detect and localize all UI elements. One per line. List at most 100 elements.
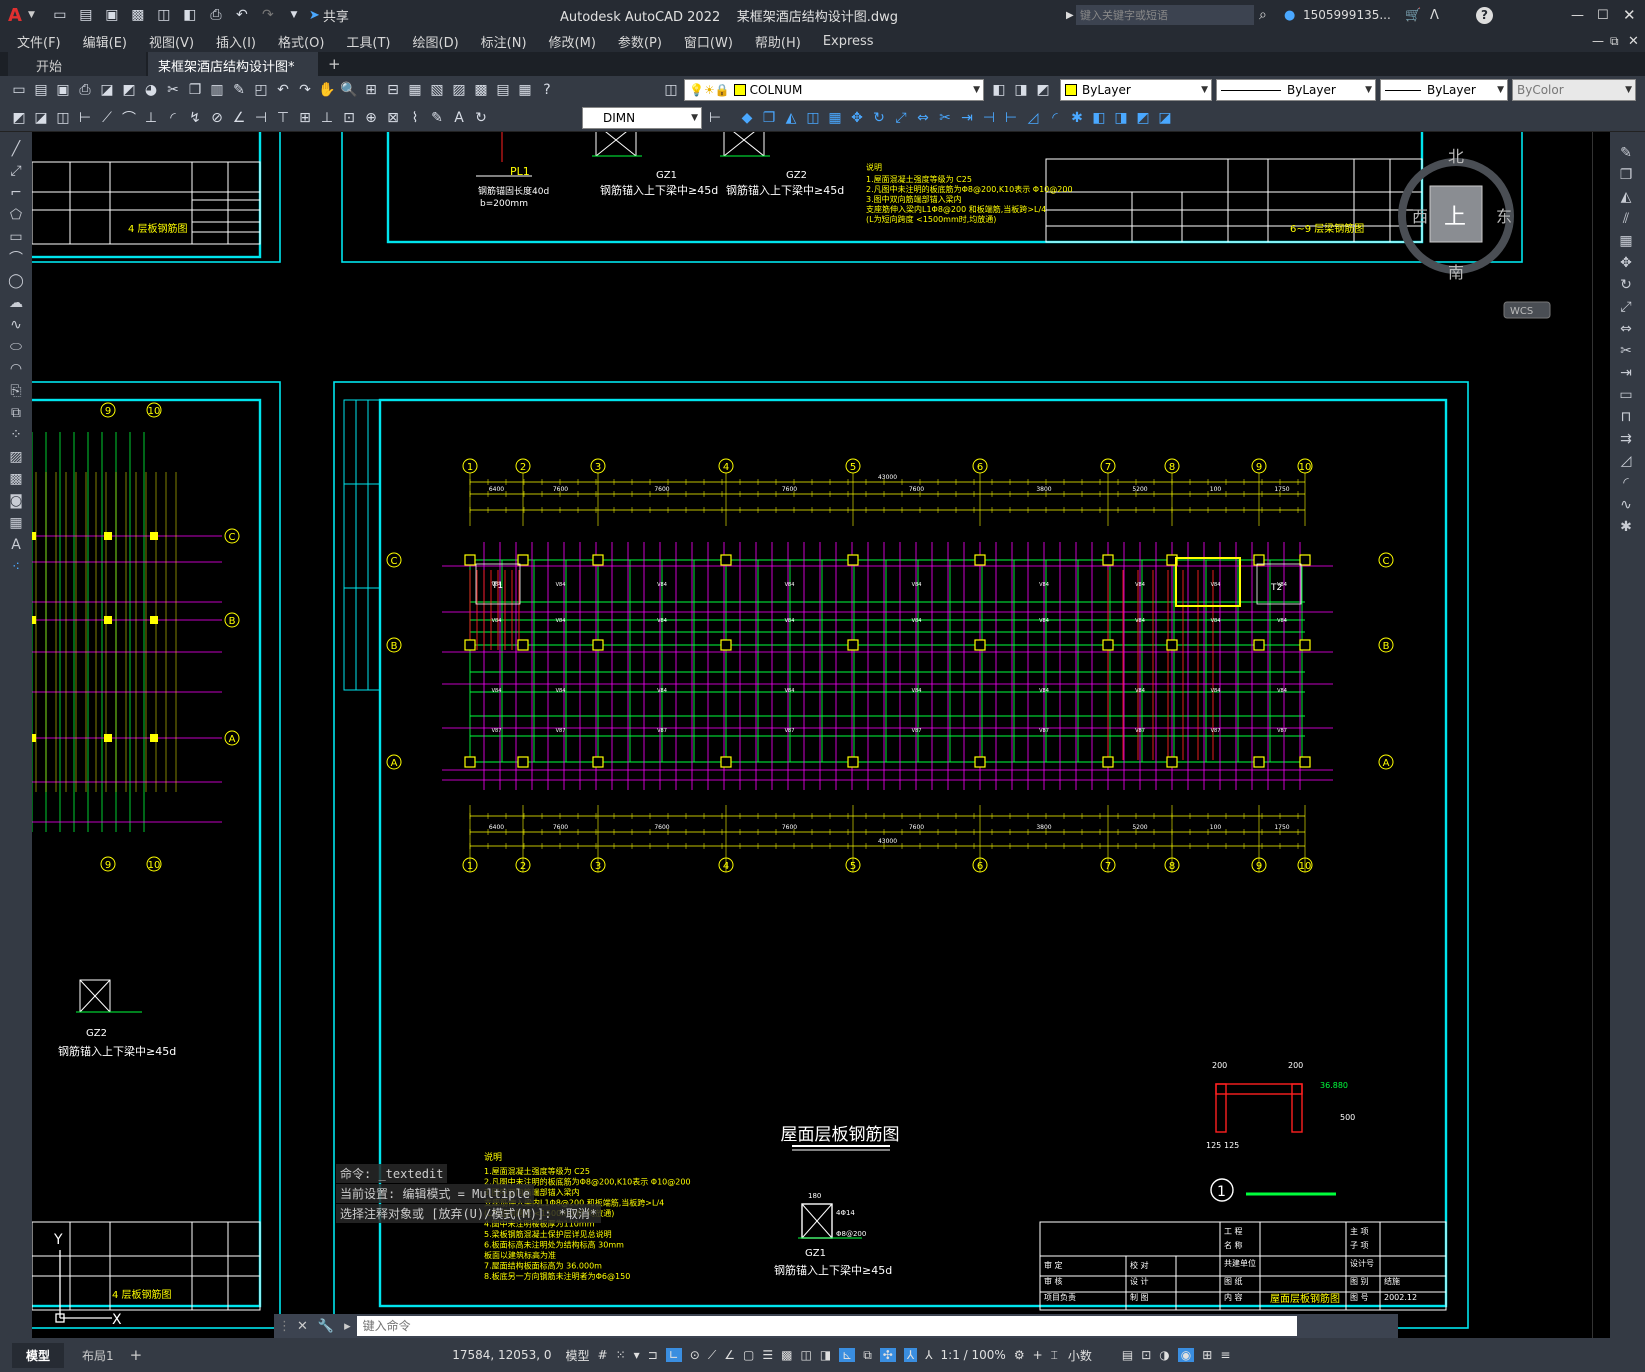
dimstyle-manager-icon[interactable]: ⊢ — [704, 107, 726, 129]
layer-lock-icon[interactable]: 🔒 — [715, 83, 730, 97]
menu-modify[interactable]: 修改(M) — [538, 32, 607, 51]
stretch-side-icon[interactable]: ⇔ — [1615, 318, 1637, 340]
zoom-realtime-icon[interactable]: 🔍 — [338, 79, 360, 101]
move-side-icon[interactable]: ✥ — [1615, 252, 1637, 274]
3dprint-icon[interactable]: ◕ — [140, 79, 162, 101]
doc-restore-icon[interactable]: ⧉ — [1610, 34, 1619, 49]
properties-icon[interactable]: ▦ — [404, 79, 426, 101]
chamfer-side-icon[interactable]: ◿ — [1615, 450, 1637, 472]
scale-side-icon[interactable]: ⤢ — [1615, 296, 1637, 318]
bring-front-icon[interactable]: ◨ — [1110, 107, 1132, 129]
sheetset-icon[interactable]: ▩ — [470, 79, 492, 101]
plot-style-icon[interactable]: ◩ — [8, 107, 30, 129]
trim-side-icon[interactable]: ✂ — [1615, 340, 1637, 362]
mirror-side-icon[interactable]: ◭ — [1615, 186, 1637, 208]
selection-cycling-icon[interactable]: ◫ — [800, 1348, 811, 1362]
menu-draw[interactable]: 绘图(D) — [402, 32, 470, 51]
isodraft-icon[interactable]: ⟋ — [708, 1348, 716, 1363]
arc-icon[interactable]: ⌒ — [5, 248, 27, 270]
gradient-icon[interactable]: ▩ — [5, 468, 27, 490]
menu-format[interactable]: 格式(O) — [267, 32, 335, 51]
layer-walk-icon[interactable]: ◪ — [30, 107, 52, 129]
a360-icon[interactable]: Ʌ — [1430, 8, 1439, 23]
paste-icon[interactable]: ▥ — [206, 79, 228, 101]
command-customize-icon[interactable]: 🔧 — [318, 1319, 334, 1334]
calculator-icon[interactable]: ▦ — [514, 79, 536, 101]
layer-dropdown[interactable]: 💡 ☀ 🔒 COLNUM ▼ — [684, 79, 984, 101]
add-selected-icon[interactable]: ⁖ — [5, 556, 27, 578]
new-tab-button[interactable]: + — [328, 55, 341, 73]
point-icon[interactable]: ⁘ — [5, 424, 27, 446]
copy-side-icon[interactable]: ❐ — [1615, 164, 1637, 186]
new-layout-button[interactable]: + — [130, 1346, 143, 1364]
fillet-side-icon[interactable]: ◜ — [1615, 472, 1637, 494]
menu-edit[interactable]: 编辑(E) — [72, 32, 138, 51]
customization-icon[interactable]: ≡ — [1220, 1348, 1230, 1362]
polar-icon[interactable]: ⊙ — [690, 1348, 700, 1362]
new-file-icon[interactable]: ▭ — [49, 4, 71, 26]
tab-document[interactable]: 某框架酒店结构设计图* ✕ — [148, 52, 318, 90]
array-icon[interactable]: ▦ — [824, 107, 846, 129]
menu-help[interactable]: 帮助(H) — [744, 32, 812, 51]
lineweight-dropdown[interactable]: ByLayer ▼ — [1380, 79, 1508, 101]
ellipse-arc-icon[interactable]: ◠ — [5, 358, 27, 380]
undo-icon[interactable]: ↶ — [231, 4, 253, 26]
send-back-icon[interactable]: ◩ — [1132, 107, 1154, 129]
spline-icon[interactable]: ∿ — [5, 314, 27, 336]
app-logo[interactable]: A — [8, 5, 24, 26]
redo-icon[interactable]: ↷ — [257, 4, 279, 26]
coordinates[interactable]: 17584, 12053, 0 — [452, 1348, 551, 1362]
dim-aligned-icon[interactable]: ⟋ — [96, 107, 118, 129]
share-icon[interactable]: ➤ — [309, 8, 320, 23]
join-icon[interactable]: ⊢ — [1000, 107, 1022, 129]
wcs-label[interactable]: WCS — [1510, 306, 1533, 317]
app-menu-arrow-icon[interactable]: ▼ — [28, 10, 35, 20]
extend-icon[interactable]: ⇥ — [956, 107, 978, 129]
dim-ordinate-icon[interactable]: ⊥ — [140, 107, 162, 129]
vertical-scrollbar[interactable] — [1592, 132, 1610, 1338]
maximize-icon[interactable]: ☐ — [1597, 8, 1609, 23]
dim-linear-icon[interactable]: ⊢ — [74, 107, 96, 129]
selection-filter-icon[interactable]: ⧉ — [863, 1348, 872, 1363]
cut-icon[interactable]: ✂ — [162, 79, 184, 101]
menu-parametric[interactable]: 参数(P) — [607, 32, 673, 51]
user-icon[interactable]: ● — [1284, 8, 1295, 23]
layer-state-icon[interactable]: ◩ — [1032, 79, 1054, 101]
center-mark-icon[interactable]: ⊕ — [360, 107, 382, 129]
save-web-icon[interactable]: ◧ — [179, 4, 201, 26]
extend-side-icon[interactable]: ⇥ — [1615, 362, 1637, 384]
plotstyle-dropdown[interactable]: ByColor ▼ — [1512, 79, 1636, 101]
linetype-dropdown[interactable]: ByLayer ▼ — [1216, 79, 1376, 101]
rotate-icon[interactable]: ↻ — [868, 107, 890, 129]
publish-icon[interactable]: ◩ — [118, 79, 140, 101]
erase-icon[interactable]: ◆ — [736, 107, 758, 129]
dynamic-input-icon[interactable]: ⊐ — [648, 1348, 658, 1362]
osnap-tracking-icon[interactable]: ∠ — [724, 1348, 735, 1362]
break-point-icon[interactable]: ▭ — [1615, 384, 1637, 406]
trim-icon[interactable]: ✂ — [934, 107, 956, 129]
dim-arc-icon[interactable]: ⌒ — [118, 107, 140, 129]
share-button[interactable]: 共享 — [323, 6, 349, 25]
lineweight-icon[interactable]: ☰ — [762, 1348, 773, 1362]
dim-space-icon[interactable]: ⊥ — [316, 107, 338, 129]
lock-ui-icon[interactable]: ⊡ — [1141, 1348, 1151, 1362]
clean-screen-icon[interactable]: ⊞ — [1202, 1348, 1212, 1362]
osnap-icon[interactable]: ▢ — [743, 1348, 754, 1362]
dim-baseline-icon[interactable]: ⊤ — [272, 107, 294, 129]
ellipse-icon[interactable]: ⬭ — [5, 336, 27, 358]
viewcube-west[interactable]: 西 — [1412, 207, 1428, 226]
rectangle-icon[interactable]: ▭ — [5, 226, 27, 248]
gizmo-icon[interactable]: ✣ — [879, 1348, 896, 1362]
minimize-icon[interactable]: — — [1571, 8, 1584, 23]
toolpalettes-icon[interactable]: ▨ — [448, 79, 470, 101]
dimstyle-dropdown[interactable]: DIMN ▼ — [582, 107, 702, 129]
hatch-icon[interactable]: ▨ — [5, 446, 27, 468]
transparency-icon[interactable]: ▩ — [781, 1348, 792, 1362]
redo-icon-2[interactable]: ↷ — [294, 79, 316, 101]
markup-icon[interactable]: ▤ — [492, 79, 514, 101]
stretch-icon[interactable]: ⇔ — [912, 107, 934, 129]
quick-properties-icon[interactable]: ▤ — [1122, 1348, 1133, 1362]
close-icon[interactable]: ✕ — [1623, 6, 1636, 24]
customize-qat-icon[interactable]: ▼ — [283, 4, 305, 26]
copy-icon[interactable]: ❐ — [184, 79, 206, 101]
